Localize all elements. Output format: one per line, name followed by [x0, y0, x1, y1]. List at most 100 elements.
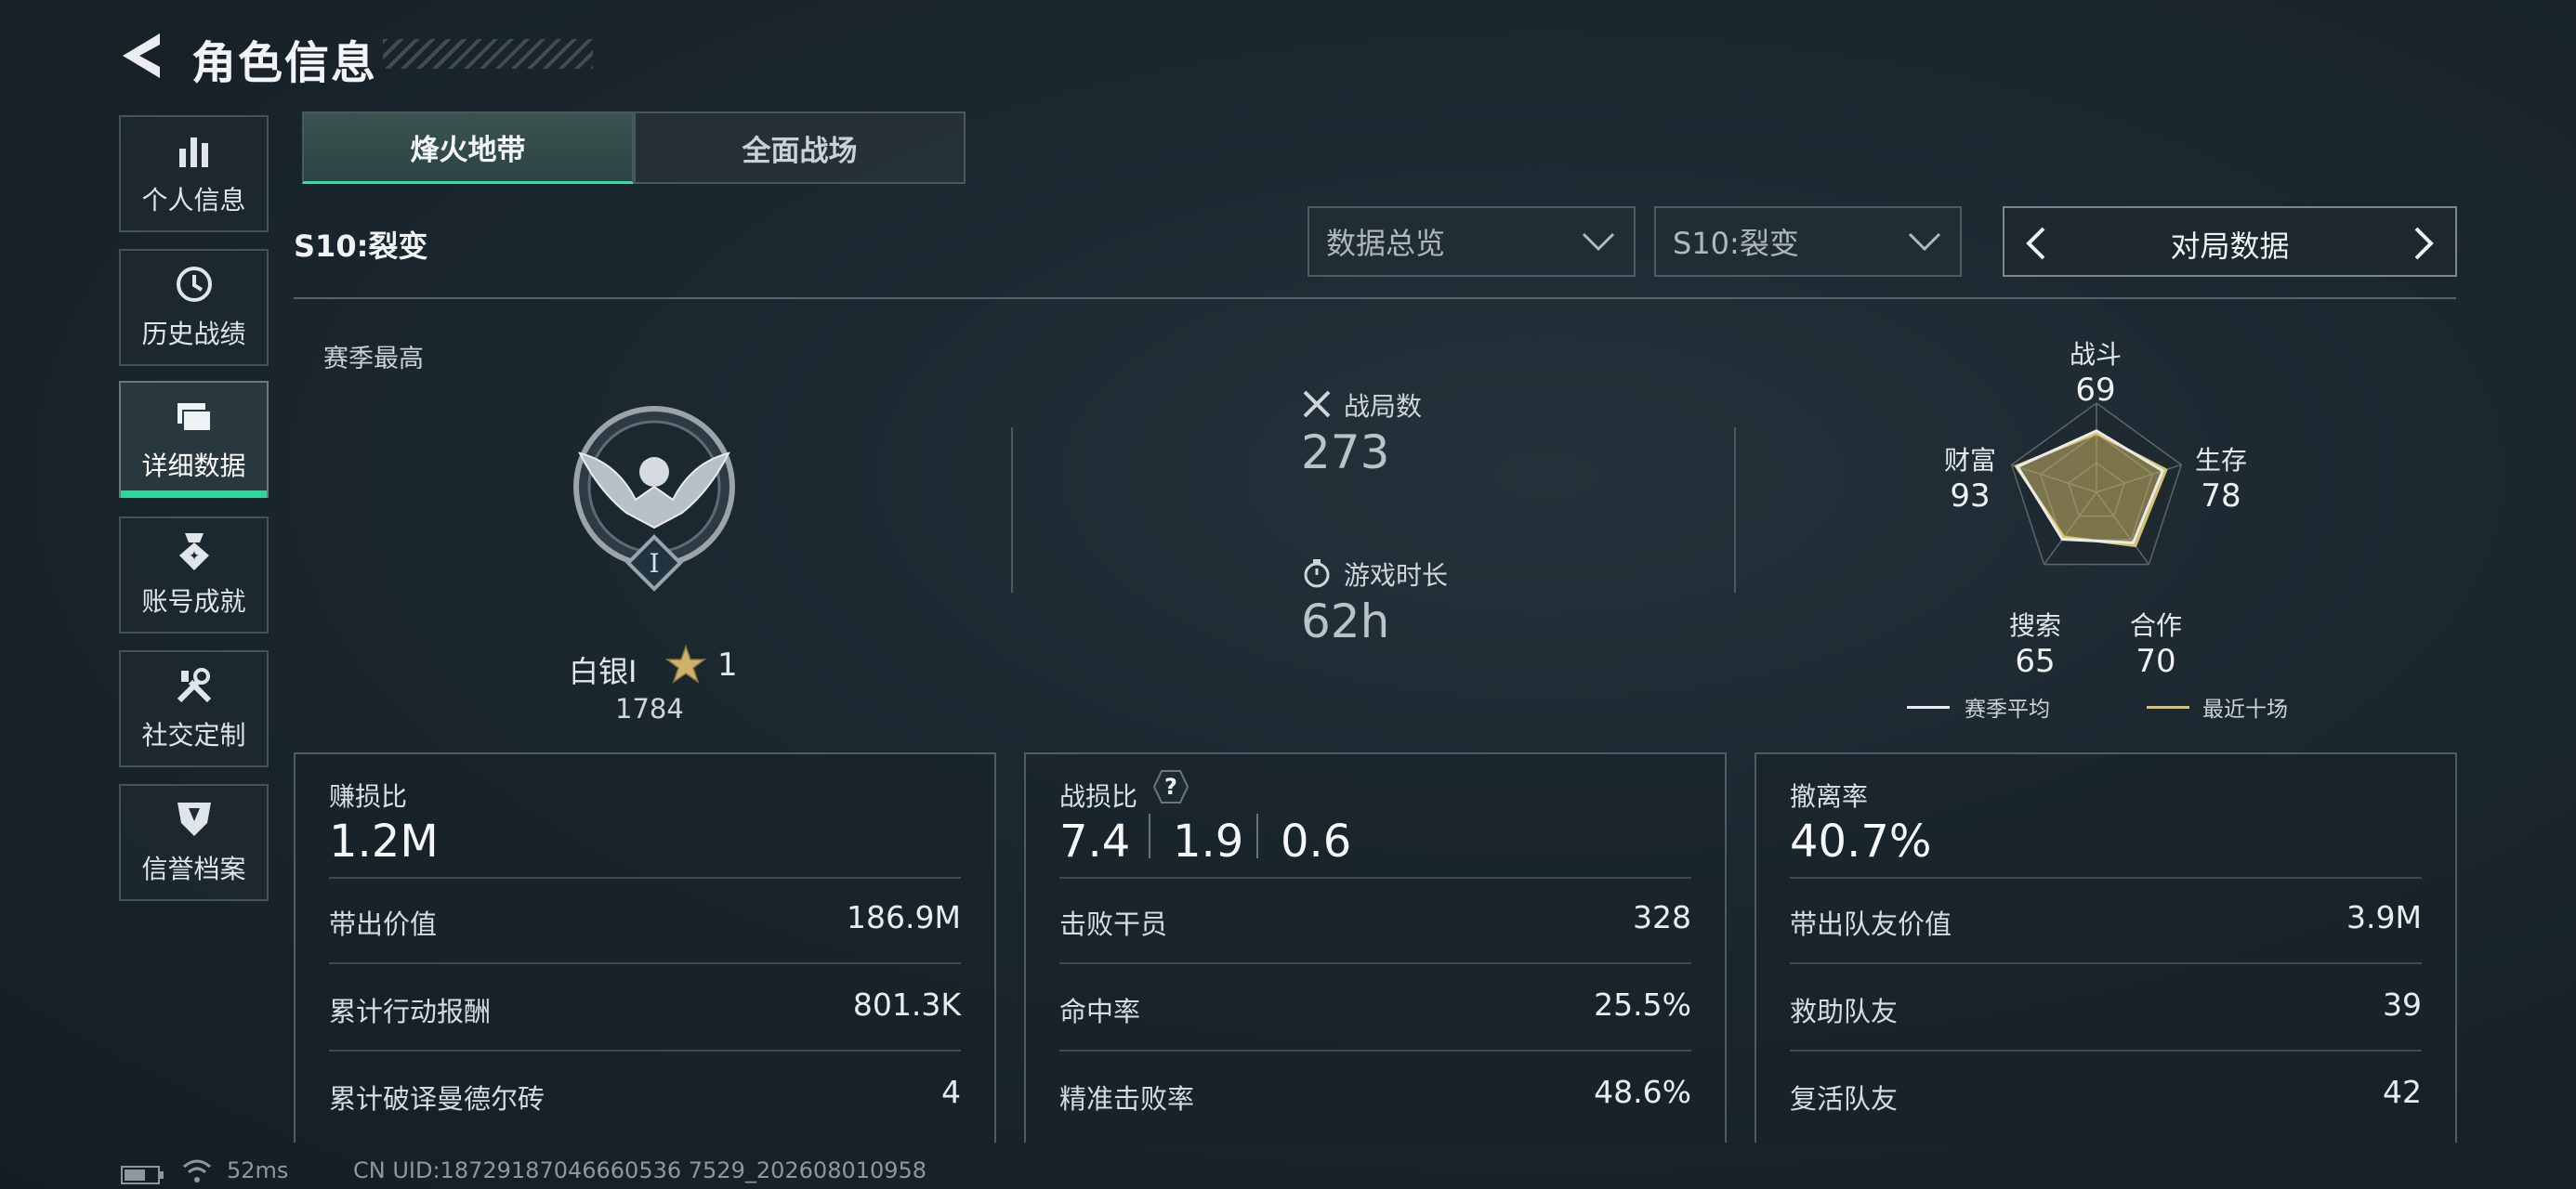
playtime-label: 游戏时长 [1344, 560, 1449, 591]
sidebar-item-label: 账号成就 [141, 586, 246, 617]
kd-value-1: 7.4 [1059, 816, 1131, 868]
radar-label-survival: 生存 [2194, 445, 2247, 476]
bar-chart-icon [178, 137, 208, 167]
title-decoration [383, 39, 593, 69]
row-value: 3.9M [2346, 899, 2422, 935]
row-value: 328 [1633, 899, 1691, 935]
crossed-swords-icon [1303, 390, 1331, 418]
back-icon[interactable] [119, 32, 164, 80]
help-glyph: ? [1164, 774, 1177, 800]
radar-value-combat: 69 [2075, 372, 2116, 409]
sidebar-item-label: 个人信息 [141, 185, 246, 216]
combat-panel: 战损比 7.4 1.9 0.6 击败干员 328 命中率 25.5% 精准击败率… [1024, 752, 1727, 1143]
sidebar-item-history[interactable]: 历史战绩 [119, 249, 269, 366]
row-label: 复活队友 [1790, 1083, 1899, 1115]
radar-label-combat: 战斗 [2069, 339, 2122, 370]
history-icon [176, 267, 212, 302]
legend-season-avg: 赛季平均 [1965, 698, 2050, 722]
combat-title: 战损比 [1059, 781, 1138, 812]
value-separator [1149, 814, 1150, 858]
row-value: 801.3K [852, 986, 961, 1023]
tab-beacon-zone[interactable]: 烽火地带 [302, 111, 634, 184]
row-label: 精准击败率 [1059, 1083, 1195, 1115]
value-separator [1256, 814, 1258, 858]
row-label: 救助队友 [1790, 996, 1899, 1027]
row-label: 累计行动报酬 [329, 996, 492, 1027]
row-value: 39 [2383, 986, 2422, 1023]
data-type-label: 对局数据 [2170, 229, 2290, 264]
legend-swatch-season [1907, 706, 1950, 709]
legend-recent: 最近十场 [2202, 698, 2288, 722]
tab-full-battlefield[interactable]: 全面战场 [634, 111, 966, 184]
kd-value-2: 1.9 [1173, 816, 1244, 868]
radar-label-wealth: 财富 [1943, 445, 1996, 476]
svg-text:✦: ✦ [189, 549, 200, 564]
chevron-right-icon[interactable] [2407, 225, 2440, 262]
sidebar-item-label: 信誉档案 [141, 854, 246, 884]
chevron-down-icon [1582, 232, 1615, 252]
row-divider [329, 877, 961, 879]
tools-icon [177, 668, 211, 703]
folder-icon [177, 403, 212, 432]
row-value: 48.6% [1594, 1074, 1691, 1110]
profit-panel: 赚损比 1.2M 带出价值 186.9M 累计行动报酬 801.3K 累计破译曼… [294, 752, 996, 1143]
playtime-value: 62h [1301, 594, 1390, 648]
row-divider [1059, 877, 1691, 879]
row-value: 4 [941, 1074, 961, 1110]
row-divider [1790, 877, 2422, 879]
shield-icon [177, 803, 211, 836]
radar-label-teamwork: 合作 [2129, 610, 2182, 641]
vertical-divider [1734, 427, 1736, 593]
row-label: 累计破译曼德尔砖 [329, 1083, 545, 1115]
row-value: 42 [2383, 1074, 2422, 1110]
radar-value-teamwork: 70 [2136, 643, 2176, 680]
sidebar-item-detailed-data[interactable]: 详细数据 [119, 381, 269, 498]
row-value: 186.9M [847, 899, 961, 935]
row-divider [329, 1050, 961, 1052]
sidebar-item-achievements[interactable]: ✦ 账号成就 [119, 516, 269, 634]
rank-badge-numeral: I [649, 548, 659, 579]
rank-name: 白银Ⅰ [569, 654, 637, 689]
profit-value: 1.2M [329, 816, 439, 868]
dropdown-value: S10:裂变 [1673, 226, 1799, 261]
sidebar-item-personal-info[interactable]: 个人信息 [119, 115, 269, 232]
radar-value-survival: 78 [2201, 477, 2241, 515]
row-label: 击败干员 [1059, 908, 1168, 940]
chevron-down-icon [1908, 232, 1941, 252]
radar-value-search: 65 [2015, 643, 2056, 680]
medal-icon: ✦ [178, 533, 209, 570]
season-label: S10:裂变 [294, 229, 428, 264]
sidebar-item-credit[interactable]: 信誉档案 [119, 784, 269, 901]
sidebar-item-label: 详细数据 [141, 451, 246, 481]
radar-label-search: 搜索 [2008, 610, 2061, 641]
data-type-switcher: 对局数据 [2003, 206, 2457, 277]
rank-badge-icon: I [573, 406, 735, 592]
row-label: 命中率 [1059, 996, 1141, 1027]
season-dropdown[interactable]: S10:裂变 [1654, 206, 1962, 277]
matches-value: 273 [1301, 425, 1390, 479]
rank-star-count: 1 [717, 647, 738, 684]
sidebar-item-label: 历史战绩 [141, 319, 246, 349]
extraction-value: 40.7% [1790, 816, 1932, 868]
row-divider [329, 962, 961, 964]
row-label: 带出价值 [329, 908, 438, 940]
row-divider [1790, 1050, 2422, 1052]
battery-icon [121, 1166, 164, 1184]
extraction-panel: 撤离率 40.7% 带出队友价值 3.9M 救助队友 39 复活队友 42 [1755, 752, 2457, 1143]
sidebar-item-social[interactable]: 社交定制 [119, 650, 269, 767]
section-divider [294, 297, 2456, 299]
timer-icon [1304, 559, 1330, 588]
star-icon [665, 645, 706, 684]
season-high-title: 赛季最高 [323, 345, 424, 373]
vertical-divider [1011, 427, 1013, 593]
overview-dropdown[interactable]: 数据总览 [1308, 206, 1636, 277]
ping-text: 52ms [227, 1157, 289, 1183]
wifi-icon [183, 1159, 211, 1182]
legend-swatch-recent [2147, 706, 2189, 709]
radar-value-wealth: 93 [1950, 477, 1991, 515]
help-icon[interactable]: ? [1152, 769, 1189, 804]
extraction-title: 撤离率 [1790, 781, 1869, 812]
dropdown-value: 数据总览 [1326, 226, 1446, 261]
row-divider [1790, 962, 2422, 964]
profit-title: 赚损比 [329, 781, 408, 812]
